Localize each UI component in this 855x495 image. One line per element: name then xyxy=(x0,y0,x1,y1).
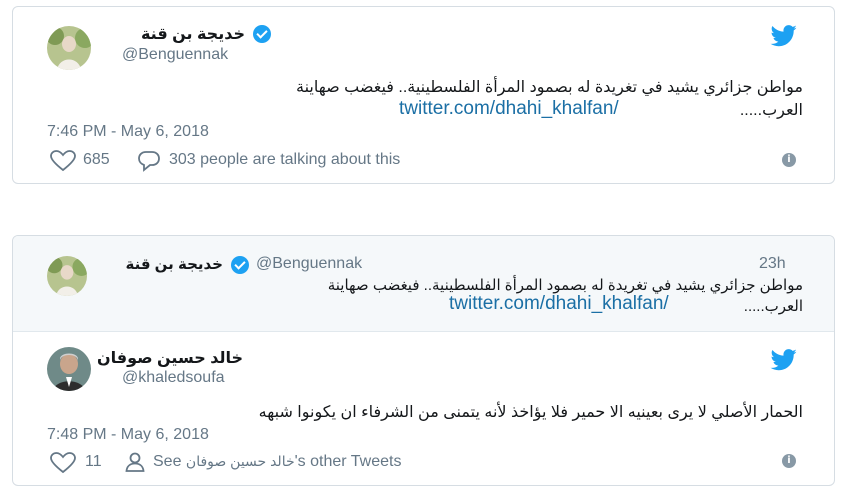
quoted-tweet-age[interactable]: 23h xyxy=(759,255,786,273)
like-count[interactable]: 685 xyxy=(83,151,110,169)
see-suffix: 's other Tweets xyxy=(294,453,402,470)
quoted-tweet-link[interactable]: twitter.com/dhahi_khalfan/ xyxy=(449,293,669,315)
twitter-bird-icon[interactable] xyxy=(770,25,800,49)
avatar[interactable] xyxy=(47,347,91,391)
quoted-tweet[interactable]: خديجة بن قنة @Benguennak 23h مواطن جزائر… xyxy=(13,236,834,332)
comment-icon[interactable] xyxy=(137,150,161,172)
like-count[interactable]: 11 xyxy=(85,453,102,471)
heart-icon[interactable] xyxy=(50,150,76,172)
author-handle[interactable]: @khaledsoufa xyxy=(122,369,225,387)
verified-badge-icon xyxy=(253,25,271,43)
see-other-tweets-link[interactable]: See خالد حسين صوفان's other Tweets xyxy=(153,453,401,471)
tweet-timestamp[interactable]: 7:48 PM - May 6, 2018 xyxy=(47,426,209,444)
verified-badge-icon xyxy=(231,256,249,274)
talking-about-link[interactable]: 303 people are talking about this xyxy=(169,151,400,169)
avatar[interactable] xyxy=(47,256,87,296)
quoted-tweet-text-line2: العرب..... xyxy=(743,298,803,315)
author-name[interactable]: خالد حسين صوفان xyxy=(97,348,243,368)
author-handle[interactable]: @Benguennak xyxy=(122,46,228,64)
quoted-author-handle[interactable]: @Benguennak xyxy=(256,255,362,273)
heart-icon[interactable] xyxy=(50,452,76,474)
tweet-text: مواطن جزائري يشيد في تغريدة له بصمود الم… xyxy=(296,79,803,96)
quoted-author-name[interactable]: خديجة بن قنة xyxy=(123,255,223,273)
tweet-card-2: خديجة بن قنة @Benguennak 23h مواطن جزائر… xyxy=(12,235,835,486)
twitter-bird-icon[interactable] xyxy=(770,349,800,373)
tweet-timestamp[interactable]: 7:46 PM - May 6, 2018 xyxy=(47,123,209,141)
see-prefix: See xyxy=(153,453,182,470)
tweet-card-1: خديجة بن قنة @Benguennak مواطن جزائري يش… xyxy=(12,6,835,184)
info-icon[interactable]: i xyxy=(782,454,796,468)
quoted-tweet-text: مواطن جزائري يشيد في تغريدة له بصمود الم… xyxy=(327,277,803,294)
tweet-link[interactable]: twitter.com/dhahi_khalfan/ xyxy=(399,98,619,120)
person-icon[interactable] xyxy=(124,451,146,473)
tweet-text-line2: العرب..... xyxy=(739,102,803,119)
author-name[interactable]: خديجة بن قنة xyxy=(141,24,245,44)
tweet-text: الحمار الأصلي لا يرى بعينيه الا حمير فلا… xyxy=(258,404,803,421)
info-icon[interactable]: i xyxy=(782,153,796,167)
see-name: خالد حسين صوفان xyxy=(185,453,295,469)
avatar[interactable] xyxy=(47,26,91,70)
